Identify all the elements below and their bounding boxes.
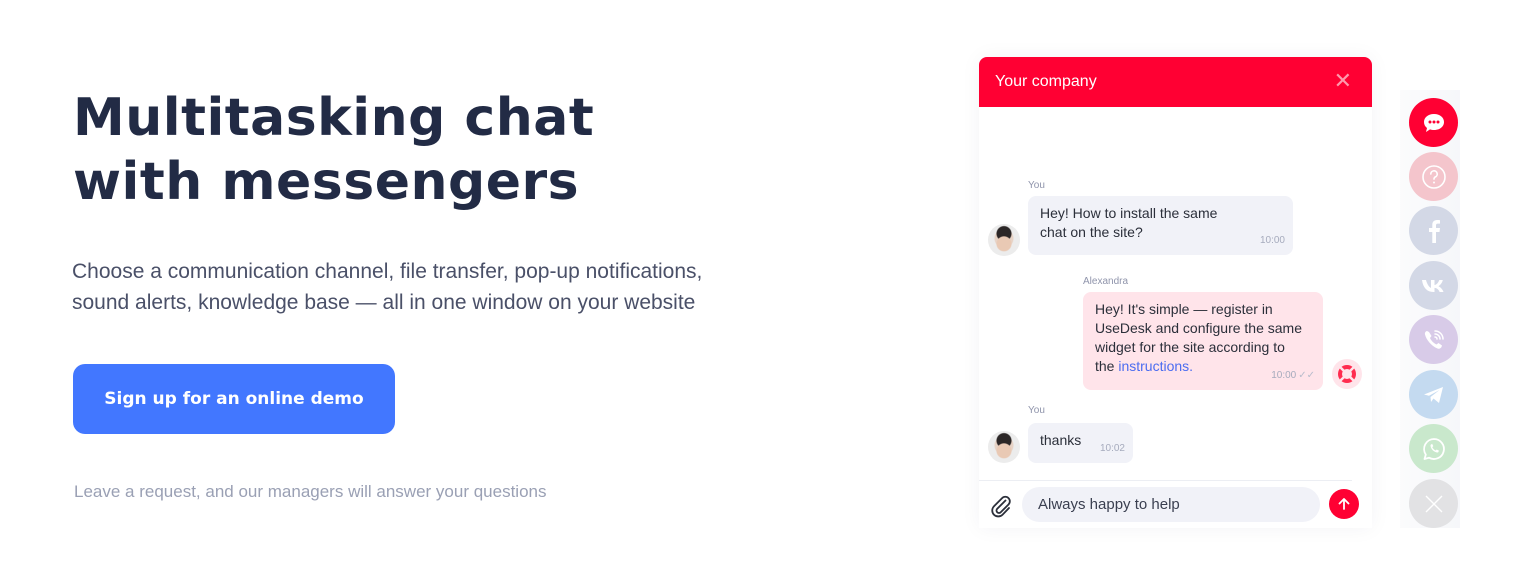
chat-bubble-icon (1423, 113, 1444, 132)
channel-chat-button[interactable] (1409, 98, 1458, 147)
message-line: Hey! It's simple — register in (1095, 301, 1273, 317)
message-author: Alexandra (1083, 276, 1129, 287)
message-time: 10:00 (1259, 235, 1285, 246)
channel-whatsapp-button[interactable] (1409, 424, 1458, 473)
message-time: 10:00 ✓✓ (1271, 366, 1315, 385)
facebook-icon (1428, 219, 1440, 243)
paperclip-icon[interactable] (989, 494, 1013, 518)
chat-widget: Your company ✕ You Hey! How to install t… (979, 57, 1372, 528)
widget-header: Your company ✕ (979, 57, 1372, 107)
message-author: You (1028, 405, 1045, 416)
lifebuoy-icon (1338, 365, 1356, 383)
double-check-icon: ✓✓ (1298, 370, 1315, 381)
channel-help-button[interactable] (1409, 152, 1458, 201)
message-bubble: thanks 10:02 (1028, 423, 1133, 463)
channel-facebook-button[interactable] (1409, 206, 1458, 255)
message-author: You (1028, 180, 1045, 191)
message-text: Hey! It's simple — register in UseDesk a… (1095, 300, 1311, 376)
message-text: Hey! How to install the same chat on the… (1040, 204, 1281, 242)
telegram-icon (1423, 386, 1443, 403)
hero-subtitle-line-1: Choose a communication channel, file tra… (72, 260, 703, 283)
channel-telegram-button[interactable] (1409, 370, 1458, 419)
close-icon[interactable]: ✕ (1334, 71, 1356, 93)
message-time: 10:02 (1099, 443, 1125, 454)
instructions-link[interactable]: instructions. (1118, 358, 1193, 374)
agent-avatar (1332, 359, 1362, 389)
widget-title: Your company (995, 73, 1097, 90)
message-bubble: Hey! It's simple — register in UseDesk a… (1083, 292, 1323, 390)
close-icon (1425, 495, 1442, 512)
message-line: widget for the site according to (1095, 339, 1285, 355)
composer-divider (979, 480, 1352, 481)
hero-subtitle-line-2: sound alerts, knowledge base — all in on… (72, 291, 696, 314)
arrow-up-icon (1338, 498, 1350, 510)
page-title: Multitasking chat with messengers (73, 86, 594, 214)
viber-icon (1424, 329, 1444, 349)
send-button[interactable] (1329, 489, 1359, 519)
message-bubble: Hey! How to install the same chat on the… (1028, 196, 1293, 255)
channel-vk-button[interactable] (1409, 261, 1458, 310)
message-input[interactable] (1022, 487, 1320, 522)
message-line: Hey! How to install the same (1040, 205, 1218, 221)
message-line: chat on the site? (1040, 224, 1143, 240)
sign-up-demo-button[interactable]: Sign up for an online demo (73, 364, 395, 434)
channel-close-button[interactable] (1409, 479, 1458, 528)
page-title-line-1: Multitasking chat (73, 88, 595, 148)
question-icon (1421, 164, 1446, 189)
hero-subtitle: Choose a communication channel, file tra… (72, 256, 832, 318)
whatsapp-icon (1422, 437, 1445, 460)
vk-icon (1421, 279, 1443, 292)
channel-viber-button[interactable] (1409, 315, 1458, 364)
hero-note: Leave a request, and our managers will a… (74, 482, 547, 501)
message-time-value: 10:00 (1271, 370, 1297, 381)
avatar (988, 431, 1020, 463)
avatar (988, 224, 1020, 256)
message-text-prefix: the (1095, 358, 1119, 374)
page-title-line-2: with messengers (73, 152, 580, 212)
message-line: UseDesk and configure the same (1095, 320, 1302, 336)
